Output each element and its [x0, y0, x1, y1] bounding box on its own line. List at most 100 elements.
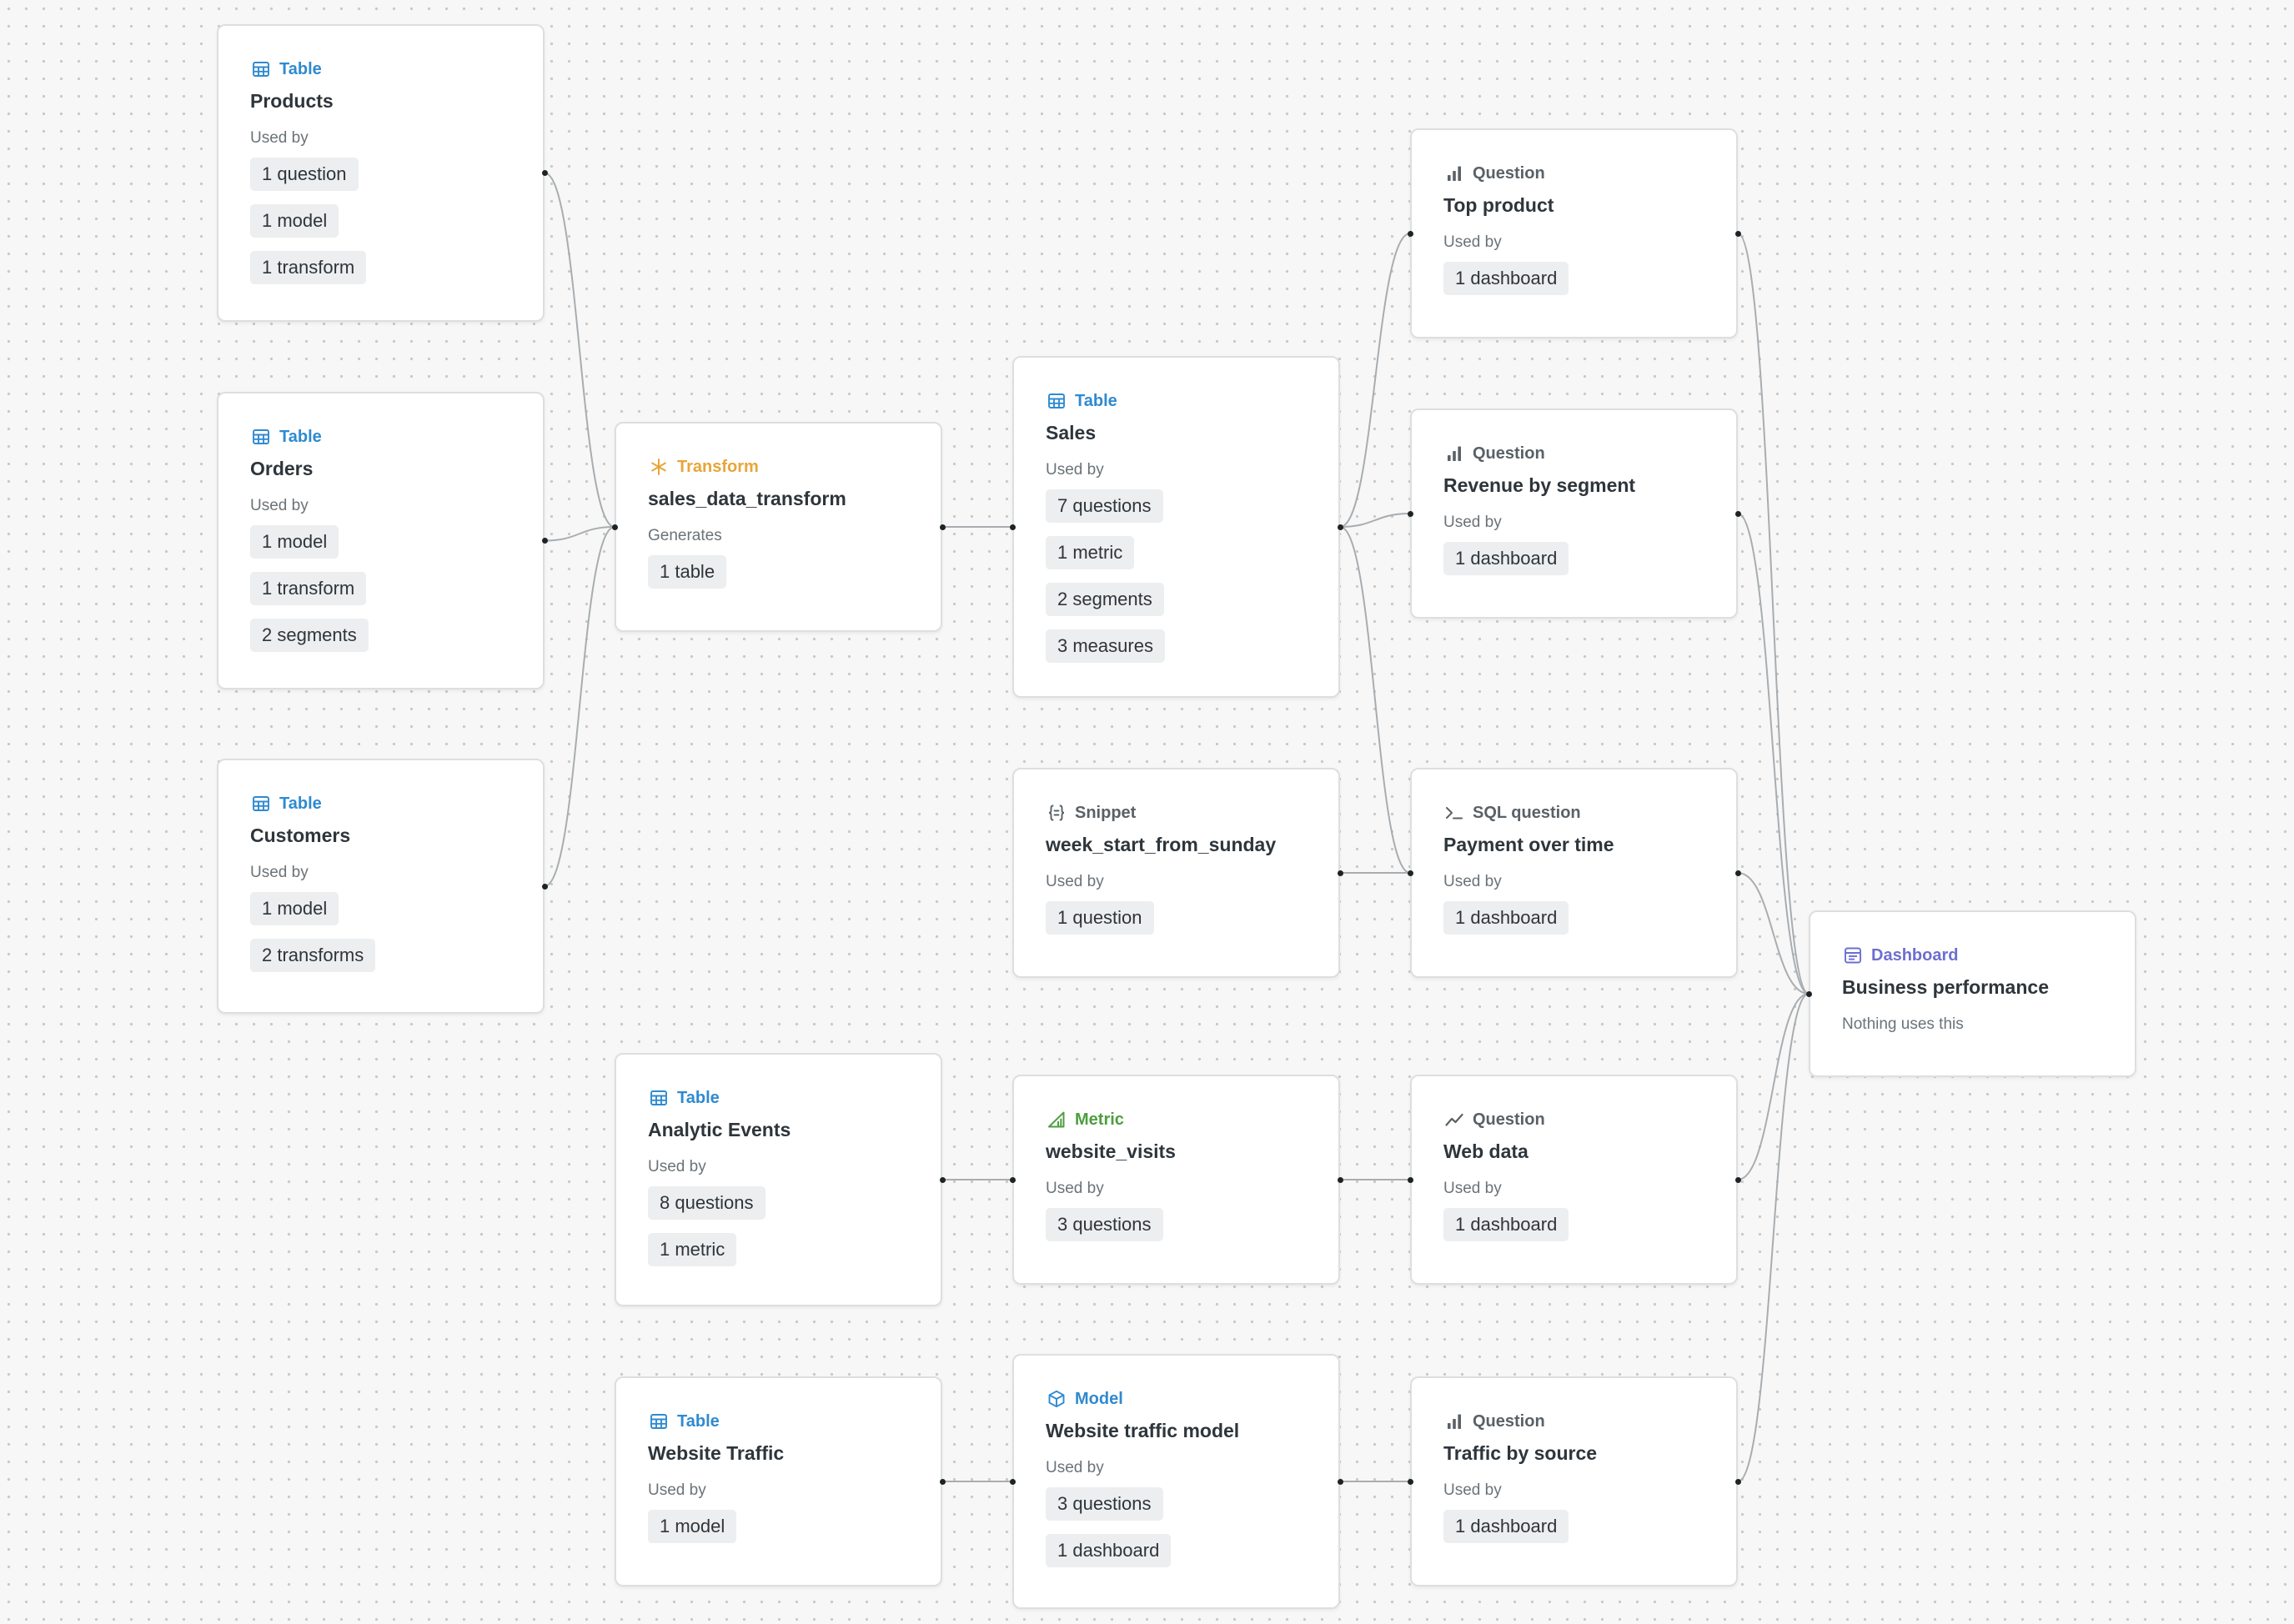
- dependency-pills: 7 questions 1 metric 2 segments 3 measures: [1046, 483, 1307, 669]
- metric-icon: [1046, 1109, 1067, 1130]
- node-type-label: Table: [1075, 391, 1117, 410]
- node-type-label: Question: [1473, 163, 1545, 183]
- dependency-pills: 1 dashboard: [1443, 1201, 1704, 1248]
- node-title: Web data: [1443, 1140, 1528, 1162]
- bar-chart-icon: [1443, 443, 1465, 464]
- node-type-row: Transform: [648, 455, 909, 479]
- table-icon: [648, 1411, 670, 1432]
- node-type-row: Metric: [1046, 1108, 1307, 1131]
- edge-products-to-transform: [544, 172, 615, 528]
- node-snippet[interactable]: Snippet week_start_from_sunday Used by 1 qu…: [1012, 768, 1340, 978]
- dependency-count-pill[interactable]: 8 questions: [648, 1186, 766, 1220]
- node-top-product[interactable]: Question Top product Used by 1 dashboard: [1410, 128, 1738, 338]
- dependency-count-pill[interactable]: 1 transform: [250, 572, 367, 605]
- node-type-label: Transform: [677, 457, 759, 476]
- dependency-pills: 1 table: [648, 549, 909, 595]
- dependency-count-pill[interactable]: 1 dashboard: [1443, 1208, 1569, 1241]
- node-type-label: Snippet: [1075, 803, 1137, 822]
- node-title: Traffic by source: [1443, 1442, 1598, 1464]
- dependency-count-pill[interactable]: 7 questions: [1046, 489, 1163, 523]
- node-orders[interactable]: Table Orders Used by 1 model 1 transform 2 se…: [217, 392, 545, 689]
- dependency-pills: 1 dashboard: [1443, 1503, 1704, 1550]
- node-web-data[interactable]: Question Web data Used by 1 dashboard: [1410, 1075, 1738, 1285]
- node-transform[interactable]: Transform sales_data_transform Generates 1 …: [615, 422, 942, 632]
- node-title: Analytic Events: [648, 1119, 791, 1140]
- dependency-count-pill[interactable]: 1 metric: [1046, 536, 1135, 569]
- dependency-count-pill[interactable]: 1 dashboard: [1443, 1510, 1569, 1543]
- node-type-label: Metric: [1075, 1110, 1124, 1129]
- table-icon: [648, 1087, 670, 1109]
- sql-prompt-icon: [1443, 802, 1465, 824]
- edge-sales-to-top_product: [1339, 233, 1411, 528]
- dependency-count-pill[interactable]: 3 questions: [1046, 1208, 1163, 1241]
- dependency-pills: 8 questions 1 metric: [648, 1180, 909, 1273]
- node-section-label: Used by: [1443, 233, 1502, 251]
- node-title: Orders: [250, 458, 314, 479]
- edge-sales-to-payment_time: [1339, 526, 1411, 874]
- edge-payment_time-to-dashboard: [1737, 872, 1810, 995]
- dependency-count-pill[interactable]: 3 measures: [1046, 629, 1165, 663]
- bar-chart-icon: [1443, 1411, 1465, 1432]
- node-title: Products: [250, 90, 334, 112]
- dependency-pills: 1 dashboard: [1443, 535, 1704, 582]
- dependency-count-pill[interactable]: 1 table: [648, 555, 727, 589]
- dependency-count-pill[interactable]: 1 question: [250, 158, 359, 191]
- dependency-pills: 1 model 2 transforms: [250, 885, 511, 979]
- node-website-traffic[interactable]: Table Website Traffic Used by 1 model: [615, 1376, 942, 1586]
- node-type-label: Table: [279, 427, 322, 446]
- dependency-count-pill[interactable]: 1 question: [1046, 901, 1154, 935]
- node-type-label: SQL question: [1473, 803, 1581, 822]
- node-type-label: Table: [279, 59, 322, 78]
- node-type-label: Table: [677, 1411, 720, 1431]
- node-type-label: Dashboard: [1871, 945, 1959, 965]
- dependency-count-pill[interactable]: 3 questions: [1046, 1487, 1163, 1521]
- dependency-pills: 1 model 1 transform 2 segments: [250, 519, 511, 659]
- node-type-row: Question: [1443, 162, 1704, 185]
- node-payment-time[interactable]: SQL question Payment over time Used by 1 da…: [1410, 768, 1738, 978]
- node-section-label: Used by: [648, 1158, 706, 1175]
- node-products[interactable]: Table Products Used by 1 question 1 model 1 t…: [217, 24, 545, 322]
- dependency-count-pill[interactable]: 2 segments: [1046, 583, 1164, 616]
- node-revenue-segment[interactable]: Question Revenue by segment Used by 1 dashb…: [1410, 409, 1738, 619]
- dependency-count-pill[interactable]: 1 transform: [250, 251, 367, 284]
- node-dashboard[interactable]: Dashboard Business performance Nothing use…: [1809, 910, 2136, 1077]
- node-analytic-events[interactable]: Table Analytic Events Used by 8 questions 1 …: [615, 1053, 942, 1306]
- dependency-count-pill[interactable]: 1 model: [250, 892, 339, 925]
- dependency-pills: 1 model: [648, 1503, 909, 1550]
- node-title: sales_data_transform: [648, 488, 846, 509]
- node-type-label: Table: [677, 1088, 720, 1107]
- dependency-count-pill[interactable]: 1 model: [250, 204, 339, 238]
- edge-web_data-to-dashboard: [1737, 993, 1810, 1180]
- dependency-count-pill[interactable]: 1 model: [648, 1510, 737, 1543]
- dependency-count-pill[interactable]: 1 dashboard: [1443, 901, 1569, 935]
- dependency-pills: 1 question: [1046, 895, 1307, 941]
- dependency-count-pill[interactable]: 1 metric: [648, 1233, 737, 1266]
- node-type-label: Question: [1473, 1411, 1545, 1431]
- node-website-visits[interactable]: Metric website_visits Used by 3 questions: [1012, 1075, 1340, 1285]
- node-type-row: Snippet: [1046, 801, 1307, 825]
- node-type-row: SQL question: [1443, 801, 1704, 825]
- node-section-label: Used by: [1443, 514, 1502, 531]
- node-type-label: Question: [1473, 1110, 1545, 1129]
- node-section-label: Used by: [250, 129, 309, 147]
- dependency-count-pill[interactable]: 1 dashboard: [1443, 542, 1569, 575]
- node-section-label: Used by: [1443, 1481, 1502, 1499]
- node-type-row: Question: [1443, 442, 1704, 465]
- node-section-label: Used by: [1046, 873, 1104, 890]
- dependency-count-pill[interactable]: 2 transforms: [250, 939, 376, 972]
- dependency-pills: 3 questions: [1046, 1201, 1307, 1248]
- dependency-count-pill[interactable]: 2 segments: [250, 619, 369, 652]
- node-customers[interactable]: Table Customers Used by 1 model 2 transforms: [217, 759, 545, 1014]
- dependency-count-pill[interactable]: 1 dashboard: [1046, 1534, 1172, 1567]
- edge-top_product-to-dashboard: [1737, 233, 1810, 995]
- dependency-count-pill[interactable]: 1 dashboard: [1443, 262, 1569, 295]
- node-type-label: Question: [1473, 444, 1545, 463]
- node-traffic-model[interactable]: Model Website traffic model Used by 3 quest…: [1012, 1354, 1340, 1609]
- node-sales[interactable]: Table Sales Used by 7 questions 1 metric 2 se…: [1012, 356, 1340, 698]
- node-type-label: Table: [279, 794, 322, 813]
- node-title: Sales: [1046, 422, 1097, 444]
- node-traffic-source[interactable]: Question Traffic by source Used by 1 dashbo…: [1410, 1376, 1738, 1586]
- dependency-count-pill[interactable]: 1 model: [250, 525, 339, 559]
- table-icon: [250, 426, 272, 448]
- edge-customers-to-transform: [544, 526, 615, 887]
